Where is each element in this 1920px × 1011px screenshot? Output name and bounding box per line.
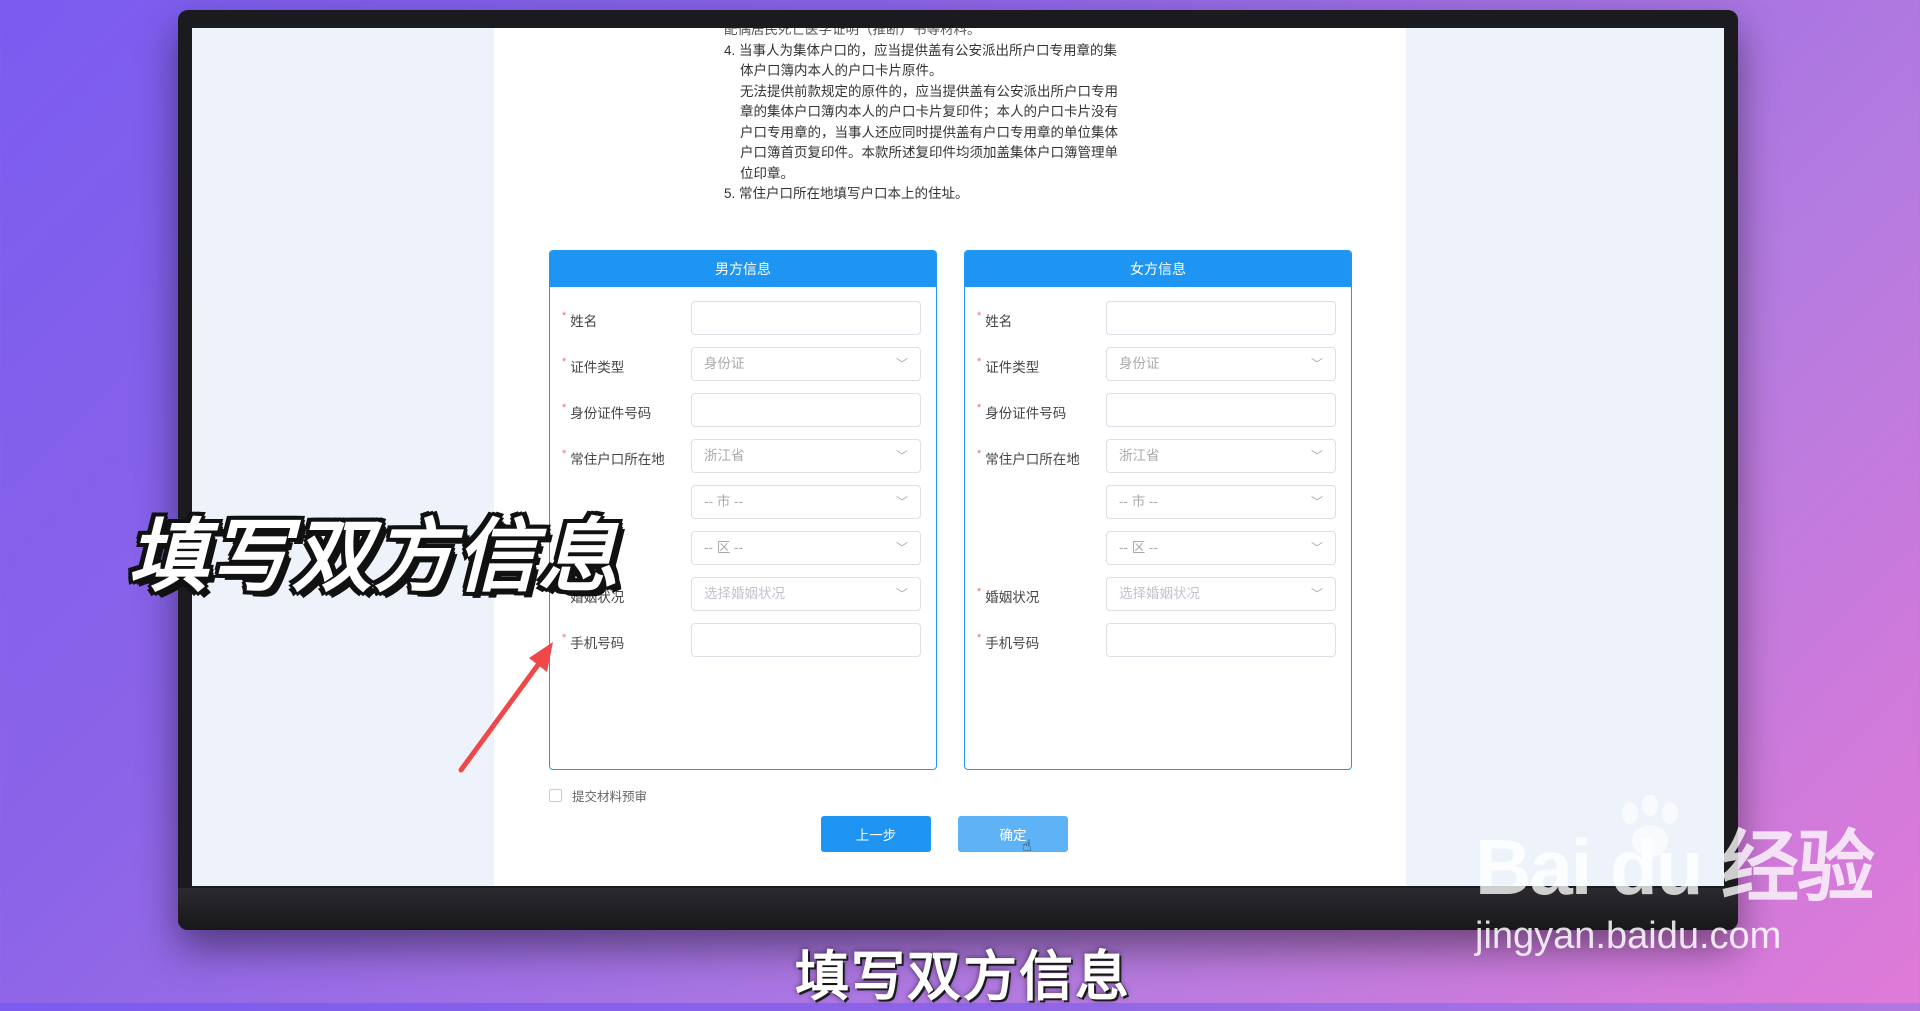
- female-phone-label: 手机号码: [985, 636, 1040, 651]
- chevron-down-icon: ﹀: [1310, 449, 1323, 463]
- male-panel-header: 男方信息: [550, 251, 936, 287]
- female-district-row: -- 区 -- ﹀: [965, 531, 1351, 567]
- male-idno-row: * 身份证件号码: [550, 393, 936, 429]
- male-idtype-label: 证件类型: [570, 360, 625, 375]
- male-idtype-select[interactable]: 身份证 ﹀: [691, 347, 921, 381]
- hand-cursor-icon: ☝: [1022, 838, 1032, 855]
- note-line: 体户口簿内本人的户口卡片原件。: [740, 63, 943, 78]
- male-idtype-row: * 证件类型 身份证 ﹀: [550, 347, 936, 383]
- female-idno-row: * 身份证件号码: [965, 393, 1351, 429]
- overlay-title: 填写双方信息: [128, 512, 620, 601]
- note-line: 户口簿首页复印件。本款所述复印件均须加盖集体户口簿管理单: [740, 145, 1118, 160]
- chevron-down-icon: ﹀: [895, 449, 908, 463]
- female-district-select[interactable]: -- 区 -- ﹀: [1106, 531, 1336, 565]
- male-marital-select[interactable]: 选择婚姻状况 ﹀: [691, 577, 921, 611]
- note-line: 章的集体户口簿内本人的户口卡片复印件；本人的户口卡片没有: [740, 104, 1118, 119]
- subtitle-caption: 填写双方信息: [795, 947, 1131, 1007]
- prev-step-button[interactable]: 上一步: [821, 816, 931, 852]
- female-marital-row: * 婚姻状况 选择婚姻状况 ﹀: [965, 577, 1351, 613]
- male-district-select[interactable]: -- 区 -- ﹀: [691, 531, 921, 565]
- female-residence-label: 常住户口所在地: [985, 452, 1080, 467]
- female-marital-label: 婚姻状况: [985, 590, 1040, 605]
- chevron-down-icon: ﹀: [1310, 495, 1323, 509]
- chevron-down-icon: ﹀: [895, 587, 908, 601]
- confirm-button[interactable]: 确定: [958, 816, 1068, 852]
- precheck-label: 提交材料预审: [572, 790, 648, 804]
- female-marital-select[interactable]: 选择婚姻状况 ﹀: [1106, 577, 1336, 611]
- chevron-down-icon: ﹀: [895, 495, 908, 509]
- note-line: 配偶居民死亡医学证明（推断）书等材料。: [724, 28, 981, 37]
- female-phone-input[interactable]: [1106, 623, 1336, 657]
- screen: 配偶居民死亡医学证明（推断）书等材料。 4. 当事人为集体户口的，应当提供盖有公…: [192, 28, 1724, 886]
- male-residence-row: * 常住户口所在地 浙江省 ﹀: [550, 439, 936, 475]
- note-line: 无法提供前款规定的原件的，应当提供盖有公安派出所户口专用: [740, 83, 1118, 99]
- male-name-row: * 姓名: [550, 301, 936, 337]
- female-name-row: * 姓名: [965, 301, 1351, 337]
- male-phone-input[interactable]: [691, 623, 921, 657]
- baidu-watermark-url: jingyan.baidu.com: [1475, 915, 1782, 957]
- female-info-panel: 女方信息 * 姓名 * 证件类型 身份证 ﹀ * 身份证件号码 * 常住户口所在地 浙江省…: [964, 250, 1352, 770]
- male-name-label: 姓名: [570, 314, 598, 329]
- female-idtype-label: 证件类型: [985, 360, 1040, 375]
- precheck-checkbox[interactable]: [549, 789, 562, 802]
- female-city-row: -- 市 -- ﹀: [965, 485, 1351, 521]
- male-residence-label: 常住户口所在地: [570, 452, 665, 467]
- female-panel-header: 女方信息: [965, 251, 1351, 287]
- chevron-down-icon: ﹀: [1310, 541, 1323, 555]
- submit-precheck[interactable]: 提交材料预审: [549, 786, 647, 805]
- female-phone-row: * 手机号码: [965, 623, 1351, 659]
- female-residence-row: * 常住户口所在地 浙江省 ﹀: [965, 439, 1351, 475]
- female-idno-label: 身份证件号码: [985, 406, 1067, 421]
- note-line: 位印章。: [740, 165, 794, 181]
- monitor: 配偶居民死亡医学证明（推断）书等材料。 4. 当事人为集体户口的，应当提供盖有公…: [178, 10, 1738, 930]
- female-idtype-select[interactable]: 身份证 ﹀: [1106, 347, 1336, 381]
- chevron-down-icon: ﹀: [1310, 587, 1323, 601]
- red-arrow-icon: [458, 642, 553, 773]
- male-province-select[interactable]: 浙江省 ﹀: [691, 439, 921, 473]
- male-city-select[interactable]: -- 市 -- ﹀: [691, 485, 921, 519]
- form-page: 配偶居民死亡医学证明（推断）书等材料。 4. 当事人为集体户口的，应当提供盖有公…: [494, 28, 1406, 886]
- male-idno-input[interactable]: [691, 393, 921, 427]
- female-idno-input[interactable]: [1106, 393, 1336, 427]
- chevron-down-icon: ﹀: [895, 541, 908, 555]
- female-idtype-row: * 证件类型 身份证 ﹀: [965, 347, 1351, 383]
- chevron-down-icon: ﹀: [895, 357, 908, 371]
- note-line: 4. 当事人为集体户口的，应当提供盖有公安派出所户口专用章的集: [724, 42, 1118, 58]
- male-name-input[interactable]: [691, 301, 921, 335]
- baidu-paw-icon: [1622, 795, 1678, 857]
- instruction-notes: 配偶居民死亡医学证明（推断）书等材料。 4. 当事人为集体户口的，应当提供盖有公…: [724, 28, 1164, 205]
- note-line: 5. 常住户口所在地填写户口本上的住址。: [724, 186, 969, 201]
- female-province-select[interactable]: 浙江省 ﹀: [1106, 439, 1336, 473]
- female-name-input[interactable]: [1106, 301, 1336, 335]
- female-city-select[interactable]: -- 市 -- ﹀: [1106, 485, 1336, 519]
- note-line: 户口专用章的，当事人还应同时提供盖有户口专用章的单位集体: [740, 124, 1118, 140]
- male-phone-row: * 手机号码: [550, 623, 936, 659]
- female-name-label: 姓名: [985, 314, 1013, 329]
- male-phone-label: 手机号码: [570, 636, 625, 651]
- male-idno-label: 身份证件号码: [570, 406, 652, 421]
- chevron-down-icon: ﹀: [1310, 357, 1323, 371]
